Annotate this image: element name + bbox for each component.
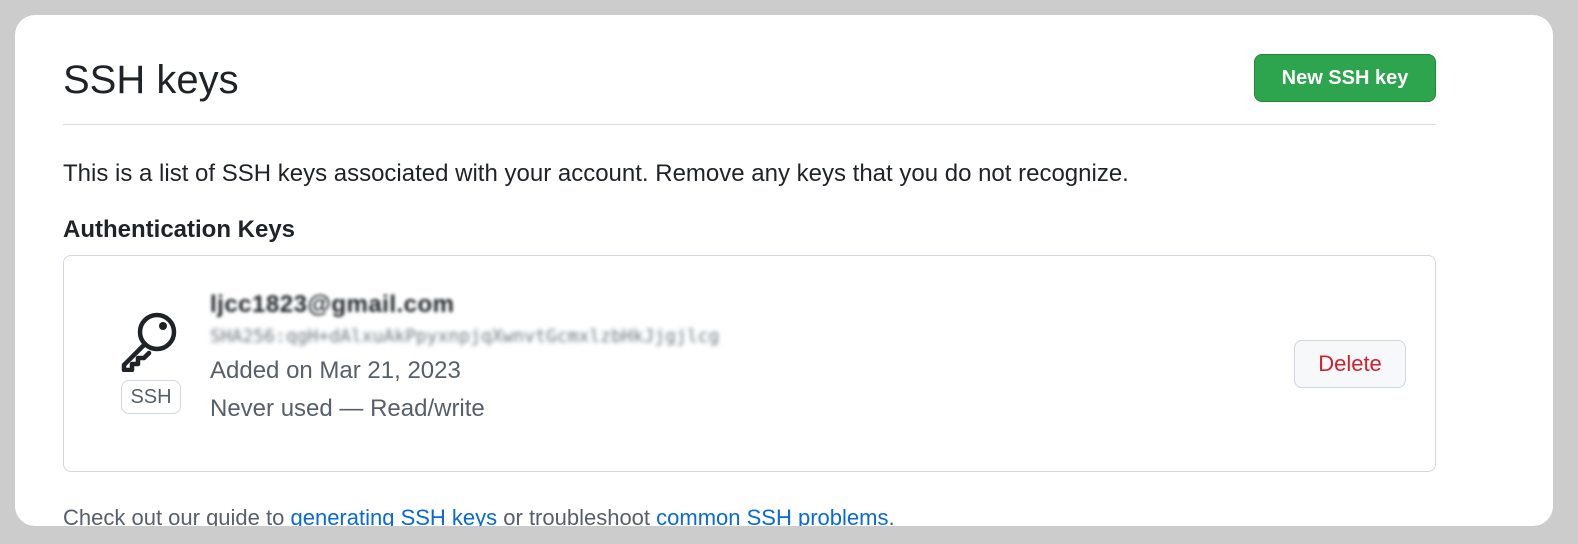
delete-key-button[interactable]: Delete	[1294, 340, 1406, 388]
page-title: SSH keys	[63, 58, 239, 102]
key-details: ljcc1823@gmail.com SHA256:qgH+dAlxuAkPpy…	[210, 288, 719, 428]
new-ssh-key-button[interactable]: New SSH key	[1254, 54, 1436, 102]
page-header: SSH keys New SSH key	[63, 54, 1436, 125]
footer-prefix: Check out our guide to	[63, 505, 291, 526]
generating-ssh-keys-link[interactable]: generating SSH keys	[290, 505, 497, 526]
ssh-keys-description: This is a list of SSH keys associated wi…	[63, 160, 1129, 187]
common-ssh-problems-link[interactable]: common SSH problems	[656, 505, 888, 526]
footer-suffix: .	[888, 505, 895, 526]
key-fingerprint: SHA256:qgH+dAlxuAkPpyxnpjqXwnvtGcmxlzbHk…	[210, 326, 720, 347]
ssh-badge: SSH	[121, 380, 181, 414]
footer-help-text: Check out our guide to generating SSH ke…	[63, 503, 895, 526]
key-added-date: Added on Mar 21, 2023	[210, 357, 461, 384]
key-title: ljcc1823@gmail.com	[210, 291, 455, 318]
key-usage-status: Never used — Read/write	[210, 395, 485, 422]
footer-middle: or troubleshoot	[497, 505, 657, 526]
key-icon	[118, 308, 182, 373]
ssh-keys-card: SSH keys New SSH key This is a list of S…	[15, 15, 1553, 526]
authentication-keys-heading: Authentication Keys	[63, 216, 296, 243]
ssh-key-item: SSH ljcc1823@gmail.com SHA256:qgH+dAlxuA…	[63, 255, 1436, 472]
